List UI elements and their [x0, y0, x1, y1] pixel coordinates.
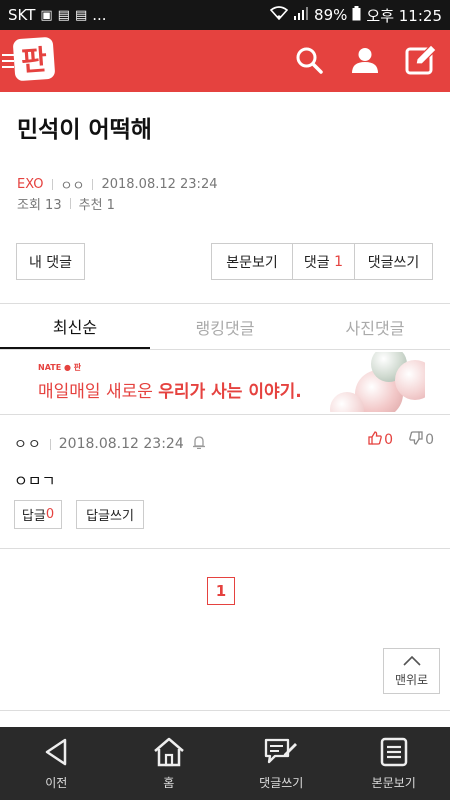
comment-date: 2018.08.12 23:24 [58, 436, 184, 452]
article-recommends: 추천 1 [78, 198, 115, 213]
meta-divider [92, 179, 94, 190]
banner-text: 매일매일 새로운 우리가 사는 이야기. [38, 377, 302, 402]
comment-sort-tabs: 최신순 랭킹댓글 사진댓글 [0, 305, 450, 350]
page-number-current[interactable]: 1 [207, 577, 235, 605]
comment-meta: ㅇㅇ 2018.08.12 23:24 [14, 434, 206, 454]
comment-body: ㅇㅁㄱ [14, 472, 56, 490]
nav-home-label: 홈 [163, 776, 175, 790]
article-action-group: 본문보기 댓글 1 댓글쓰기 [211, 243, 433, 280]
chevron-up-icon [402, 655, 421, 669]
tab-ranking[interactable]: 랭킹댓글 [150, 305, 300, 349]
banner-tag: NATE ● 판 [38, 363, 82, 372]
section-divider [0, 414, 450, 415]
article-stats: 조회 13 추천 1 [17, 194, 115, 213]
meta-divider [51, 179, 53, 190]
carrier-label: SKT [8, 6, 36, 24]
banner-text-bold: 우리가 사는 이야기. [158, 382, 302, 402]
pann-notification-icon: ▤ [57, 7, 70, 23]
menu-icon[interactable] [2, 54, 14, 68]
nav-back-label: 이전 [45, 776, 68, 790]
like-count: 0 [384, 432, 394, 448]
battery-percent: 89% [314, 6, 348, 24]
replies-count: 0 [45, 507, 55, 522]
battery-icon [352, 5, 361, 25]
bottom-nav: 이전 홈 댓글쓰기 본문보기 [0, 727, 450, 800]
nav-write-comment[interactable]: 댓글쓰기 [225, 727, 338, 800]
comments-button[interactable]: 댓글 1 [292, 244, 354, 279]
nav-back[interactable]: 이전 [0, 727, 113, 800]
ad-banner[interactable]: NATE ● 판 매일매일 새로운 우리가 사는 이야기. [25, 352, 425, 412]
article-category[interactable]: EXO [17, 177, 44, 192]
report-icon[interactable] [192, 435, 206, 453]
tab-latest[interactable]: 최신순 [0, 305, 150, 349]
search-icon[interactable] [292, 43, 326, 77]
pann-notification-icon-2: ▤ [74, 7, 88, 23]
article-author: ㅇㅇ [60, 179, 85, 194]
image-notification-icon: ▣ [40, 7, 53, 23]
banner-text-plain: 매일매일 새로운 [38, 382, 153, 402]
comment-author: ㅇㅇ [14, 437, 42, 453]
dislike-button[interactable]: 0 [409, 431, 434, 449]
section-divider [0, 710, 450, 711]
nav-view-body-label: 본문보기 [371, 776, 416, 790]
article-title: 민석이 어떡해 [17, 117, 152, 143]
wifi-icon [269, 6, 289, 24]
view-body-button[interactable]: 본문보기 [212, 244, 292, 279]
like-button[interactable]: 0 [368, 431, 393, 449]
back-icon [39, 736, 73, 768]
edit-icon[interactable] [404, 43, 438, 77]
meta-divider [69, 198, 71, 209]
article-views: 조회 13 [17, 198, 62, 213]
thumbs-up-icon [368, 431, 382, 449]
comment-write-icon [264, 736, 298, 768]
signal-icon [293, 6, 309, 24]
article-meta: EXO ㅇㅇ 2018.08.12 23:24 [17, 175, 217, 194]
my-comments-button[interactable]: 내 댓글 [16, 243, 85, 280]
meta-divider [49, 438, 51, 450]
back-to-top-label: 맨위로 [394, 672, 429, 687]
dislike-count: 0 [425, 432, 434, 448]
replies-label: 답글 [21, 509, 46, 524]
comment-votes: 0 0 [368, 431, 434, 449]
back-to-top-button[interactable]: 맨위로 [383, 648, 440, 694]
nav-view-body[interactable]: 본문보기 [338, 727, 450, 800]
tab-photo[interactable]: 사진댓글 [300, 305, 450, 349]
nav-write-comment-label: 댓글쓰기 [259, 776, 304, 790]
comments-label: 댓글 [303, 254, 330, 271]
more-notifications: ... [92, 6, 107, 24]
thumbs-down-icon [409, 431, 423, 449]
nav-home[interactable]: 홈 [113, 727, 226, 800]
write-reply-button[interactable]: 답글쓰기 [76, 500, 144, 529]
article-date: 2018.08.12 23:24 [101, 177, 218, 192]
user-icon[interactable] [348, 43, 382, 77]
home-icon [152, 736, 186, 768]
section-divider [0, 548, 450, 549]
section-divider [0, 303, 450, 304]
document-icon [377, 736, 411, 768]
write-comment-button[interactable]: 댓글쓰기 [354, 244, 432, 279]
pann-logo[interactable]: 판 [12, 36, 56, 82]
app-header: 판 [0, 30, 450, 92]
replies-button[interactable]: 답글 0 [14, 500, 62, 529]
clock: 오후 11:25 [366, 6, 442, 25]
status-bar: SKT ▣ ▤ ▤ ... 89% 오후 11:25 [0, 0, 450, 30]
comments-count: 1 [334, 253, 344, 270]
